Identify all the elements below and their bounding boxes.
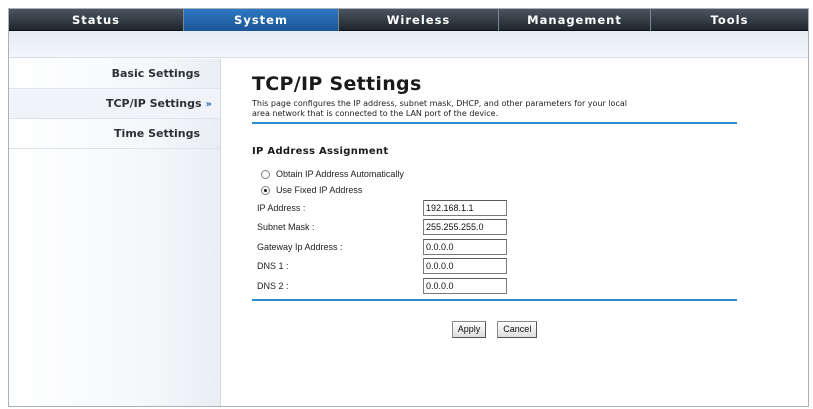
main-content: TCP/IP Settings This page configures the… bbox=[252, 69, 742, 338]
sub-header-strip bbox=[9, 31, 808, 58]
sidebar-item-tcpip-settings[interactable]: TCP/IP Settings» bbox=[9, 89, 220, 119]
page-title: TCP/IP Settings bbox=[252, 73, 422, 95]
app-frame: Status System Wireless Management Tools … bbox=[8, 8, 809, 407]
description-line: area network that is connected to the LA… bbox=[252, 109, 499, 118]
field-label: DNS 2 : bbox=[257, 280, 289, 291]
field-label: DNS 1 : bbox=[257, 261, 289, 272]
tab-system[interactable]: System bbox=[184, 9, 339, 31]
apply-button[interactable]: Apply bbox=[451, 320, 487, 338]
sidebar-item-time-settings[interactable]: Time Settings bbox=[9, 119, 220, 149]
sidebar-item-basic-settings[interactable]: Basic Settings bbox=[9, 59, 220, 89]
double-chevron-right-icon: » bbox=[205, 99, 212, 110]
ip-address-input[interactable] bbox=[423, 199, 507, 216]
field-row-dns2: DNS 2 : bbox=[257, 276, 742, 296]
sidebar-item-label: Time Settings bbox=[114, 127, 200, 140]
radio-obtain-automatically[interactable] bbox=[261, 169, 270, 179]
section-divider bbox=[252, 298, 737, 301]
ip-fields: IP Address : Subnet Mask : Gateway Ip Ad… bbox=[252, 198, 742, 296]
radio-use-fixed-ip[interactable] bbox=[261, 185, 270, 195]
field-row-ip: IP Address : bbox=[257, 198, 742, 218]
gateway-input[interactable] bbox=[423, 238, 507, 255]
tab-tools[interactable]: Tools bbox=[651, 9, 808, 31]
cancel-button[interactable]: Cancel bbox=[497, 320, 538, 338]
radio-row-auto: Obtain IP Address Automatically bbox=[261, 166, 742, 182]
top-nav: Status System Wireless Management Tools bbox=[9, 9, 808, 31]
radio-label: Obtain IP Address Automatically bbox=[276, 169, 404, 179]
sidebar-item-label: TCP/IP Settings bbox=[105, 97, 202, 110]
radio-label: Use Fixed IP Address bbox=[276, 185, 363, 195]
field-label: IP Address : bbox=[257, 202, 306, 213]
field-label: Gateway Ip Address : bbox=[257, 241, 343, 252]
field-row-dns1: DNS 1 : bbox=[257, 257, 742, 277]
tab-status[interactable]: Status bbox=[9, 9, 184, 31]
tab-wireless[interactable]: Wireless bbox=[339, 9, 499, 31]
description-line: This page configures the IP address, sub… bbox=[252, 99, 627, 108]
tab-management[interactable]: Management bbox=[499, 9, 651, 31]
form-buttons: Apply Cancel bbox=[252, 317, 737, 338]
dns2-input[interactable] bbox=[423, 277, 507, 294]
field-row-subnet: Subnet Mask : bbox=[257, 218, 742, 238]
dns1-input[interactable] bbox=[423, 258, 507, 275]
ip-assignment-options: Obtain IP Address Automatically Use Fixe… bbox=[252, 166, 742, 198]
section-title: IP Address Assignment bbox=[252, 146, 389, 157]
section-divider bbox=[252, 122, 737, 124]
page-description: This page configures the IP address, sub… bbox=[252, 99, 742, 119]
sidebar-item-label: Basic Settings bbox=[111, 67, 200, 80]
field-row-gateway: Gateway Ip Address : bbox=[257, 237, 742, 257]
field-label: Subnet Mask : bbox=[257, 222, 315, 233]
subnet-mask-input[interactable] bbox=[423, 219, 507, 236]
radio-row-fixed: Use Fixed IP Address bbox=[261, 182, 742, 198]
sidebar: Basic Settings TCP/IP Settings» Time Set… bbox=[9, 59, 221, 406]
